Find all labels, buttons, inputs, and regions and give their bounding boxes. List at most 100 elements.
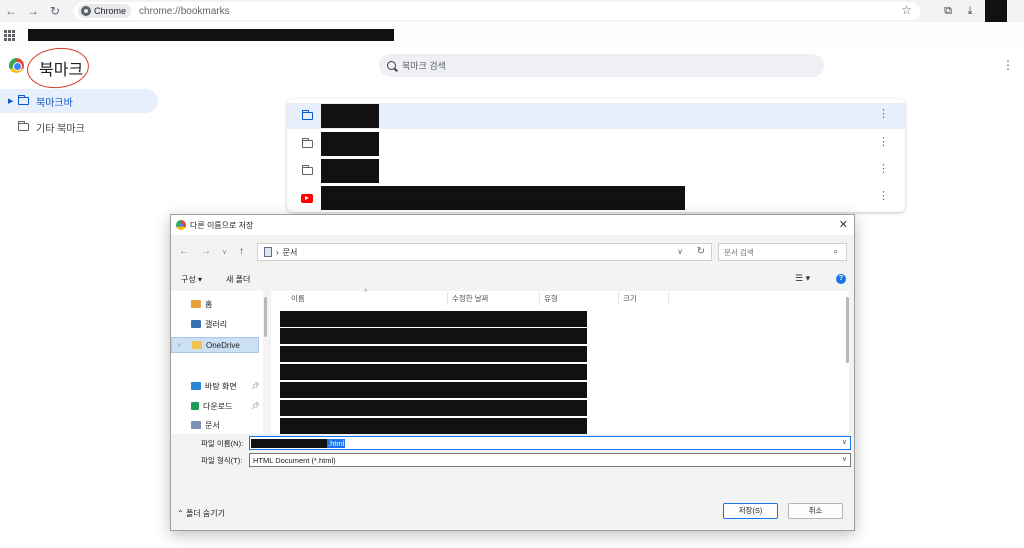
row-more-icon[interactable]: ⋮ <box>878 191 889 202</box>
list-item[interactable]: ⋮ <box>287 185 905 211</box>
nav-label: OneDrive <box>206 340 240 350</box>
sidebar-item-other-bookmarks[interactable]: 기타 북마크 <box>0 115 158 139</box>
redacted-filename <box>251 438 327 448</box>
new-folder-button[interactable]: 새 폴더 <box>226 274 250 285</box>
dialog-title: 다른 이름으로 저장 <box>190 220 254 230</box>
youtube-icon <box>301 193 313 203</box>
redacted-title <box>321 186 685 210</box>
filename-input[interactable]: .html ∨ <box>249 436 851 450</box>
forward-icon[interactable]: → <box>201 246 211 257</box>
nav-label: 홈 <box>205 299 213 309</box>
download-icon <box>191 402 199 410</box>
documents-icon <box>191 421 201 429</box>
nav-item-home[interactable]: 홈 <box>191 296 212 312</box>
filetype-row: 파일 형식(T): HTML Document (*.html) ∨ <box>171 452 854 468</box>
column-header-date[interactable]: 수정한 날짜 <box>452 292 489 306</box>
chevron-down-icon[interactable]: ∨ <box>677 247 683 256</box>
help-icon[interactable]: ? <box>836 274 846 284</box>
more-menu-icon[interactable]: ⋮ <box>1002 59 1014 71</box>
chevron-right-icon[interactable]: › <box>178 342 180 349</box>
pin-icon: 📌︎ <box>251 383 260 390</box>
address-bar[interactable]: Chrome chrome://bookmarks ☆ <box>74 2 920 20</box>
back-icon[interactable]: ← <box>0 0 22 22</box>
list-item[interactable]: ⋮ <box>287 158 905 184</box>
table-row[interactable] <box>280 382 587 398</box>
nav-item-downloads[interactable]: 다운로드 <box>191 398 232 414</box>
redacted-bookmarks <box>28 29 394 41</box>
table-row[interactable] <box>280 346 587 362</box>
nav-label: 문서 <box>205 420 220 430</box>
file-list-scrollbar[interactable] <box>846 297 849 363</box>
row-more-icon[interactable]: ⋮ <box>878 164 889 175</box>
close-icon[interactable]: ✕ <box>839 218 848 231</box>
nav-item-onedrive[interactable]: › OneDrive <box>171 337 259 353</box>
up-icon[interactable]: ↑ <box>239 246 244 257</box>
bookmark-star-icon[interactable]: ☆ <box>901 3 912 17</box>
column-header-size[interactable]: 크기 <box>623 292 637 306</box>
pin-icon: 📌︎ <box>251 403 260 410</box>
search-placeholder: 북마크 검색 <box>402 61 446 71</box>
extensions-icon[interactable]: ⧉ <box>937 0 959 22</box>
chevron-down-icon[interactable]: ∨ <box>842 455 847 463</box>
list-item[interactable]: ⋮ <box>287 103 905 129</box>
nav-label: 갤러리 <box>205 319 228 329</box>
filetype-select[interactable]: HTML Document (*.html) ∨ <box>249 453 851 467</box>
search-placeholder: 문서 검색 <box>724 247 754 257</box>
onedrive-folder-icon <box>192 341 202 349</box>
table-row[interactable] <box>280 311 587 327</box>
view-options-icon[interactable]: ☰ ▾ <box>795 273 810 284</box>
profile-avatar[interactable] <box>985 0 1007 22</box>
browser-toolbar: ← → ↻ Chrome chrome://bookmarks ☆ ⧉ ⤓ <box>0 0 1024 22</box>
url-text: chrome://bookmarks <box>139 5 230 17</box>
list-item[interactable]: ⋮ <box>287 131 905 157</box>
folder-icon <box>18 121 29 131</box>
chevron-up-icon: ⌃ <box>177 509 186 518</box>
chevron-down-icon[interactable]: ∨ <box>842 438 847 446</box>
filename-extension: .html <box>327 438 346 448</box>
back-icon[interactable]: ← <box>179 246 189 257</box>
bookmark-list: ⋮ ⋮ ⋮ ⋮ <box>287 99 905 212</box>
table-row[interactable] <box>280 328 587 344</box>
apps-grid-icon[interactable] <box>4 30 15 41</box>
path-bar[interactable]: › 문서 ∨ ↻ <box>257 243 712 261</box>
chrome-icon <box>176 220 186 230</box>
organize-button[interactable]: 구성 ▾ <box>181 274 202 285</box>
chevron-right-icon: › <box>276 247 279 257</box>
gallery-icon <box>191 320 201 328</box>
expand-arrow-icon[interactable]: ▶ <box>8 97 18 105</box>
hide-folders-toggle[interactable]: ⌃ 폴더 숨기기 <box>177 508 225 519</box>
column-header-type[interactable]: 유형 <box>544 292 558 306</box>
command-bar: 구성 ▾ 새 폴더 ☰ ▾ ? <box>171 269 854 289</box>
page-title: 북마크 <box>39 62 84 79</box>
nav-item-gallery[interactable]: 갤러리 <box>191 316 227 332</box>
reload-icon[interactable]: ↻ <box>44 0 66 22</box>
dialog-titlebar: 다른 이름으로 저장 ✕ <box>171 215 854 235</box>
row-more-icon[interactable]: ⋮ <box>878 109 889 120</box>
folder-search-input[interactable]: 문서 검색 ⌕ <box>718 243 847 261</box>
navigation-pane: 홈 갤러리 › OneDrive 바탕 화면 📌︎ 다운로드 📌︎ 문서 <box>171 291 263 434</box>
save-button[interactable]: 저장(S) <box>723 503 778 519</box>
filename-row: 파일 이름(N): .html ∨ <box>171 435 854 451</box>
site-chip[interactable]: Chrome <box>78 4 132 18</box>
cancel-button[interactable]: 취소 <box>788 503 843 519</box>
nav-scrollbar[interactable] <box>264 297 267 337</box>
refresh-icon[interactable]: ↻ <box>697 246 705 257</box>
bookmark-search-input[interactable]: 북마크 검색 <box>379 54 824 77</box>
column-header-name[interactable]: 이름 <box>291 292 305 306</box>
table-row[interactable] <box>280 418 587 434</box>
sidebar-item-label: 기타 북마크 <box>36 123 85 135</box>
recent-dropdown-icon[interactable]: ∨ <box>222 248 227 256</box>
table-row[interactable] <box>280 400 587 416</box>
nav-item-desktop[interactable]: 바탕 화면 <box>191 378 237 394</box>
nav-item-documents[interactable]: 문서 <box>191 418 220 432</box>
sort-ascending-icon: ^ <box>364 289 368 296</box>
row-more-icon[interactable]: ⋮ <box>878 137 889 148</box>
sidebar-item-bookmarks-bar[interactable]: ▶ 북마크바 <box>0 89 158 113</box>
dialog-footer: ⌃ 폴더 숨기기 저장(S) 취소 <box>171 495 854 531</box>
forward-icon[interactable]: → <box>22 0 44 22</box>
download-icon[interactable]: ⤓ <box>959 0 981 22</box>
filetype-label: 파일 형식(T): <box>201 456 243 465</box>
table-row[interactable] <box>280 364 587 380</box>
filename-label: 파일 이름(N): <box>201 439 244 448</box>
documents-icon <box>264 247 272 257</box>
